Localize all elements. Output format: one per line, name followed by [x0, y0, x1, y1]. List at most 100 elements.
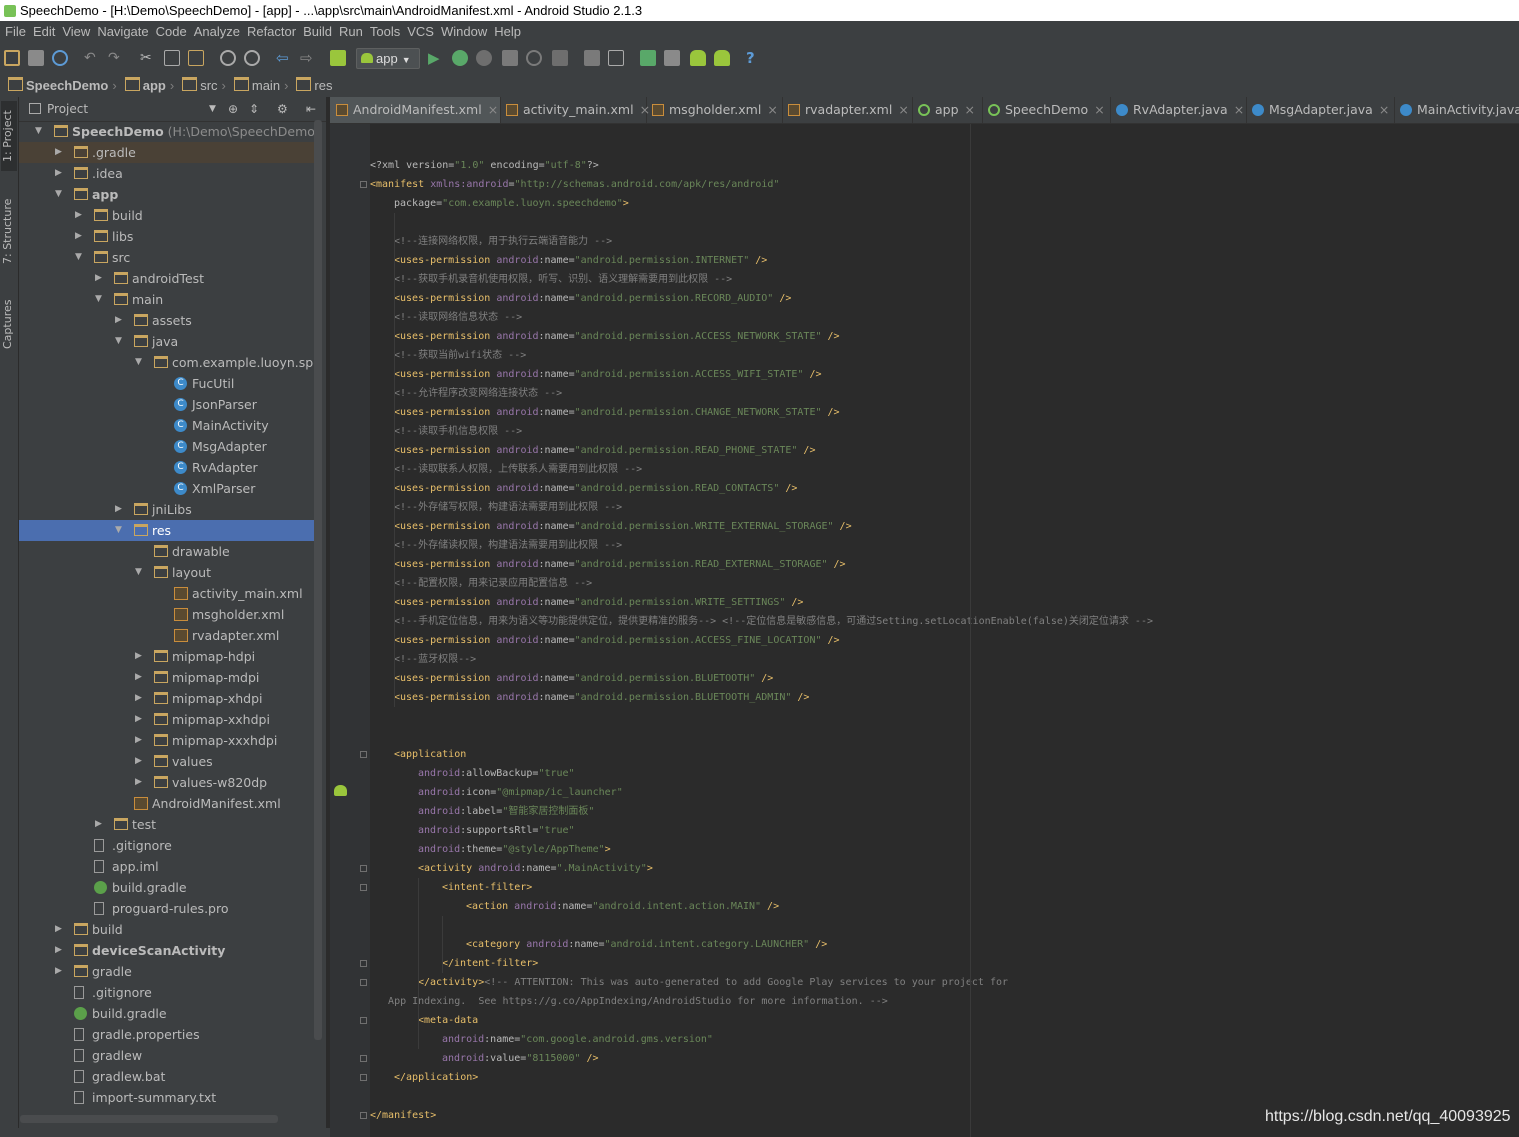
help-icon[interactable]: ? [746, 50, 762, 66]
tree-item[interactable]: ▶ deviceScanActivity [19, 940, 314, 961]
fold-marker-icon[interactable] [360, 1017, 367, 1024]
scroll-from-source-icon[interactable]: ⊕ [228, 97, 238, 121]
tree-item[interactable]: ▶ build [19, 205, 314, 226]
editor-tab[interactable]: SpeechDemo × [982, 97, 1111, 123]
menu-vcs[interactable]: VCS [405, 24, 436, 39]
undo-icon[interactable]: ↶ [84, 50, 100, 66]
tree-item[interactable]: app.iml [19, 856, 314, 877]
collapsed-arrow-icon[interactable]: ▶ [75, 205, 85, 226]
tree-item[interactable]: ▶ .gradle [19, 142, 314, 163]
tree-item[interactable]: ▶ mipmap-mdpi [19, 667, 314, 688]
tree-item[interactable]: .gitignore [19, 835, 314, 856]
project-tree-scrollbar[interactable] [314, 120, 322, 1040]
make-project-icon[interactable] [330, 50, 346, 66]
collapsed-arrow-icon[interactable]: ▶ [95, 814, 105, 835]
debug-icon[interactable] [452, 50, 468, 66]
collapsed-arrow-icon[interactable]: ▶ [135, 646, 145, 667]
tree-item[interactable]: ▶ mipmap-hdpi [19, 646, 314, 667]
tree-item[interactable]: ▼ res [19, 520, 314, 541]
fold-marker-icon[interactable] [360, 1055, 367, 1062]
tool-tab-captures[interactable]: Captures [1, 289, 17, 359]
menu-tools[interactable]: Tools [368, 24, 402, 39]
tree-item[interactable]: C XmlParser [19, 478, 314, 499]
android-device-monitor-icon[interactable] [714, 50, 730, 66]
menu-analyze[interactable]: Analyze [192, 24, 242, 39]
menu-navigate[interactable]: Navigate [95, 24, 150, 39]
close-icon[interactable]: × [898, 102, 908, 117]
close-icon[interactable]: × [767, 102, 777, 117]
editor-tab[interactable]: MsgAdapter.java × [1246, 97, 1395, 123]
fold-marker-icon[interactable] [360, 1074, 367, 1081]
tree-item[interactable]: drawable [19, 541, 314, 562]
tree-item[interactable]: ▶ assets [19, 310, 314, 331]
sync-icon[interactable] [52, 50, 68, 66]
tree-item[interactable]: AndroidManifest.xml [19, 793, 314, 814]
fold-marker-icon[interactable] [360, 181, 367, 188]
tree-item[interactable]: ▼ SpeechDemo (H:\Demo\SpeechDemo) [19, 121, 314, 142]
tree-item[interactable]: ▼ main [19, 289, 314, 310]
sync-gradle-icon[interactable] [640, 50, 656, 66]
tree-item[interactable]: ▼ src [19, 247, 314, 268]
coverage-icon[interactable] [476, 50, 492, 66]
menu-edit[interactable]: Edit [31, 24, 57, 39]
breadcrumb-item[interactable]: res [296, 74, 332, 97]
tree-item[interactable]: import-summary.txt [19, 1087, 314, 1108]
expanded-arrow-icon[interactable]: ▼ [135, 352, 145, 373]
expanded-arrow-icon[interactable]: ▼ [75, 247, 85, 268]
collapsed-arrow-icon[interactable]: ▶ [55, 940, 65, 961]
tree-item[interactable]: ▼ app [19, 184, 314, 205]
expanded-arrow-icon[interactable]: ▼ [55, 184, 65, 205]
fold-marker-icon[interactable] [360, 865, 367, 872]
fold-marker-icon[interactable] [360, 960, 367, 967]
collapsed-arrow-icon[interactable]: ▶ [135, 751, 145, 772]
tree-item[interactable]: C MainActivity [19, 415, 314, 436]
breadcrumb-item[interactable]: main › [233, 74, 288, 97]
collapsed-arrow-icon[interactable]: ▶ [55, 163, 65, 184]
collapse-all-icon[interactable]: ⇕ [249, 97, 259, 121]
tree-item[interactable]: .gitignore [19, 982, 314, 1003]
project-structure-icon[interactable] [584, 50, 600, 66]
editor-tab[interactable]: msgholder.xml × [646, 97, 783, 123]
avd-manager-icon[interactable] [664, 50, 680, 66]
attach-debugger-icon[interactable] [502, 50, 518, 66]
tree-item[interactable]: ▶ jniLibs [19, 499, 314, 520]
editor-tab[interactable]: app × [912, 97, 983, 123]
close-icon[interactable]: × [488, 102, 498, 117]
cut-icon[interactable]: ✂ [140, 50, 156, 66]
editor-tab[interactable]: MainActivity.java× [1394, 97, 1519, 123]
collapsed-arrow-icon[interactable]: ▶ [55, 919, 65, 940]
collapsed-arrow-icon[interactable]: ▶ [115, 310, 125, 331]
tree-item[interactable]: C JsonParser [19, 394, 314, 415]
menu-build[interactable]: Build [301, 24, 334, 39]
tree-item[interactable]: build.gradle [19, 877, 314, 898]
redo-icon[interactable]: ↷ [108, 50, 124, 66]
fold-marker-icon[interactable] [360, 884, 367, 891]
tree-item[interactable]: ▶ mipmap-xxxhdpi [19, 730, 314, 751]
forward-icon[interactable]: ⇨ [300, 50, 316, 66]
tree-item[interactable]: gradlew.bat [19, 1066, 314, 1087]
replace-icon[interactable] [244, 50, 260, 66]
project-view-select[interactable]: Project [47, 102, 88, 116]
menu-code[interactable]: Code [154, 24, 189, 39]
collapsed-arrow-icon[interactable]: ▶ [135, 730, 145, 751]
expanded-arrow-icon[interactable]: ▼ [95, 289, 105, 310]
expanded-arrow-icon[interactable]: ▼ [135, 562, 145, 583]
collapsed-arrow-icon[interactable]: ▶ [55, 142, 65, 163]
tree-item[interactable]: ▼ com.example.luoyn.speech [19, 352, 314, 373]
tool-tab-project[interactable]: 1: Project [1, 101, 17, 171]
editor-tab[interactable]: RvAdapter.java × [1110, 97, 1247, 123]
collapsed-arrow-icon[interactable]: ▶ [135, 688, 145, 709]
editor-tab[interactable]: AndroidManifest.xml × [330, 97, 501, 123]
tree-item[interactable]: gradle.properties [19, 1024, 314, 1045]
run-icon[interactable]: ▶ [428, 50, 444, 66]
tree-item[interactable]: ▶ libs [19, 226, 314, 247]
expanded-arrow-icon[interactable]: ▼ [115, 331, 125, 352]
collapsed-arrow-icon[interactable]: ▶ [55, 961, 65, 982]
paste-icon[interactable] [188, 50, 204, 66]
tree-item[interactable]: gradlew [19, 1045, 314, 1066]
editor-tab[interactable]: rvadapter.xml × [782, 97, 913, 123]
menu-view[interactable]: View [60, 24, 92, 39]
sdk-manager-icon[interactable] [690, 50, 706, 66]
tree-item[interactable]: ▶ test [19, 814, 314, 835]
tree-item[interactable]: msgholder.xml [19, 604, 314, 625]
